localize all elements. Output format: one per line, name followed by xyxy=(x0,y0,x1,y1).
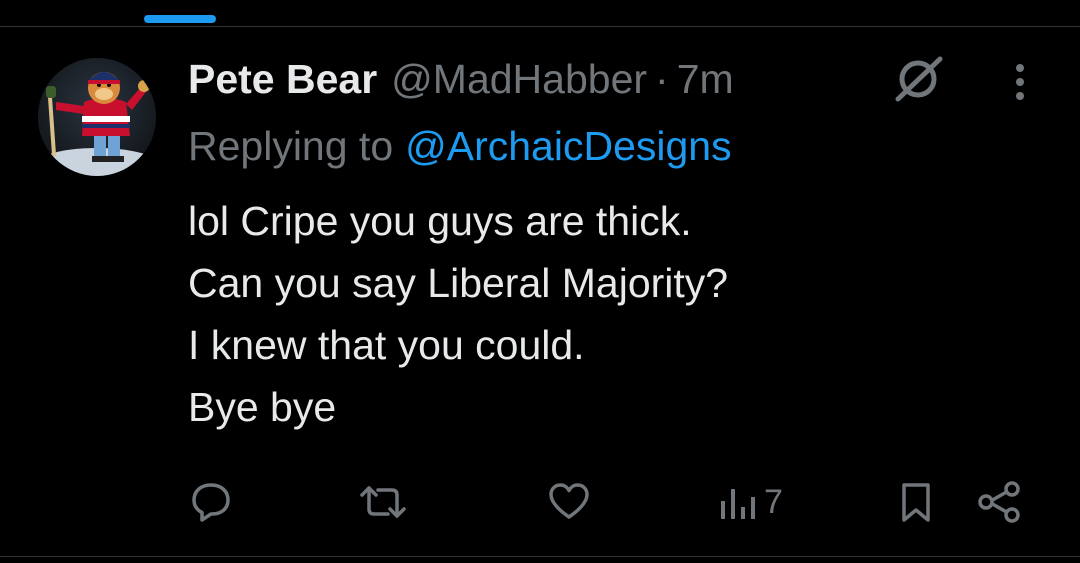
replying-to-label: Replying to xyxy=(188,122,394,169)
tweet-text-line: lol Cripe you guys are thick. xyxy=(188,198,692,244)
author-display-name[interactable]: Pete Bear xyxy=(188,56,377,103)
author-avatar[interactable] xyxy=(38,58,156,176)
header-separator: · xyxy=(655,55,669,102)
share-button[interactable] xyxy=(974,478,1024,526)
like-button[interactable] xyxy=(546,478,592,526)
author-handle[interactable]: @MadHabber xyxy=(391,56,647,103)
tweet-header: Pete Bear @MadHabber · 7m xyxy=(188,52,734,106)
replying-to-line: Replying to @ArchaicDesigns xyxy=(188,120,732,172)
retweet-button[interactable] xyxy=(356,478,410,526)
tweet-text-line: I knew that you could. xyxy=(188,322,585,368)
tweet-text: lol Cripe you guys are thick. Can you sa… xyxy=(188,190,1048,438)
bottom-divider xyxy=(0,556,1080,557)
tweet-text-line: Can you say Liberal Majority? xyxy=(188,260,729,306)
bookmark-button[interactable] xyxy=(896,478,936,526)
bookmark-icon xyxy=(902,483,930,522)
more-options-icon[interactable] xyxy=(1002,60,1038,104)
reply-button[interactable] xyxy=(188,478,234,526)
retweet-arrows-icon xyxy=(360,486,406,518)
grok-icon[interactable] xyxy=(888,54,948,104)
replying-to-handle-link[interactable]: @ArchaicDesigns xyxy=(405,123,731,170)
speech-bubble-icon xyxy=(192,483,230,522)
active-tab-indicator xyxy=(144,15,216,23)
bar-chart-icon xyxy=(721,489,755,519)
views-count: 7 xyxy=(764,482,783,521)
heart-icon xyxy=(549,483,589,519)
tweet-timestamp[interactable]: 7m xyxy=(677,56,734,103)
top-divider xyxy=(0,26,1080,27)
tweet-text-line: Bye bye xyxy=(188,384,337,430)
views-button[interactable]: 7 xyxy=(718,478,783,526)
share-nodes-icon xyxy=(978,481,1020,523)
